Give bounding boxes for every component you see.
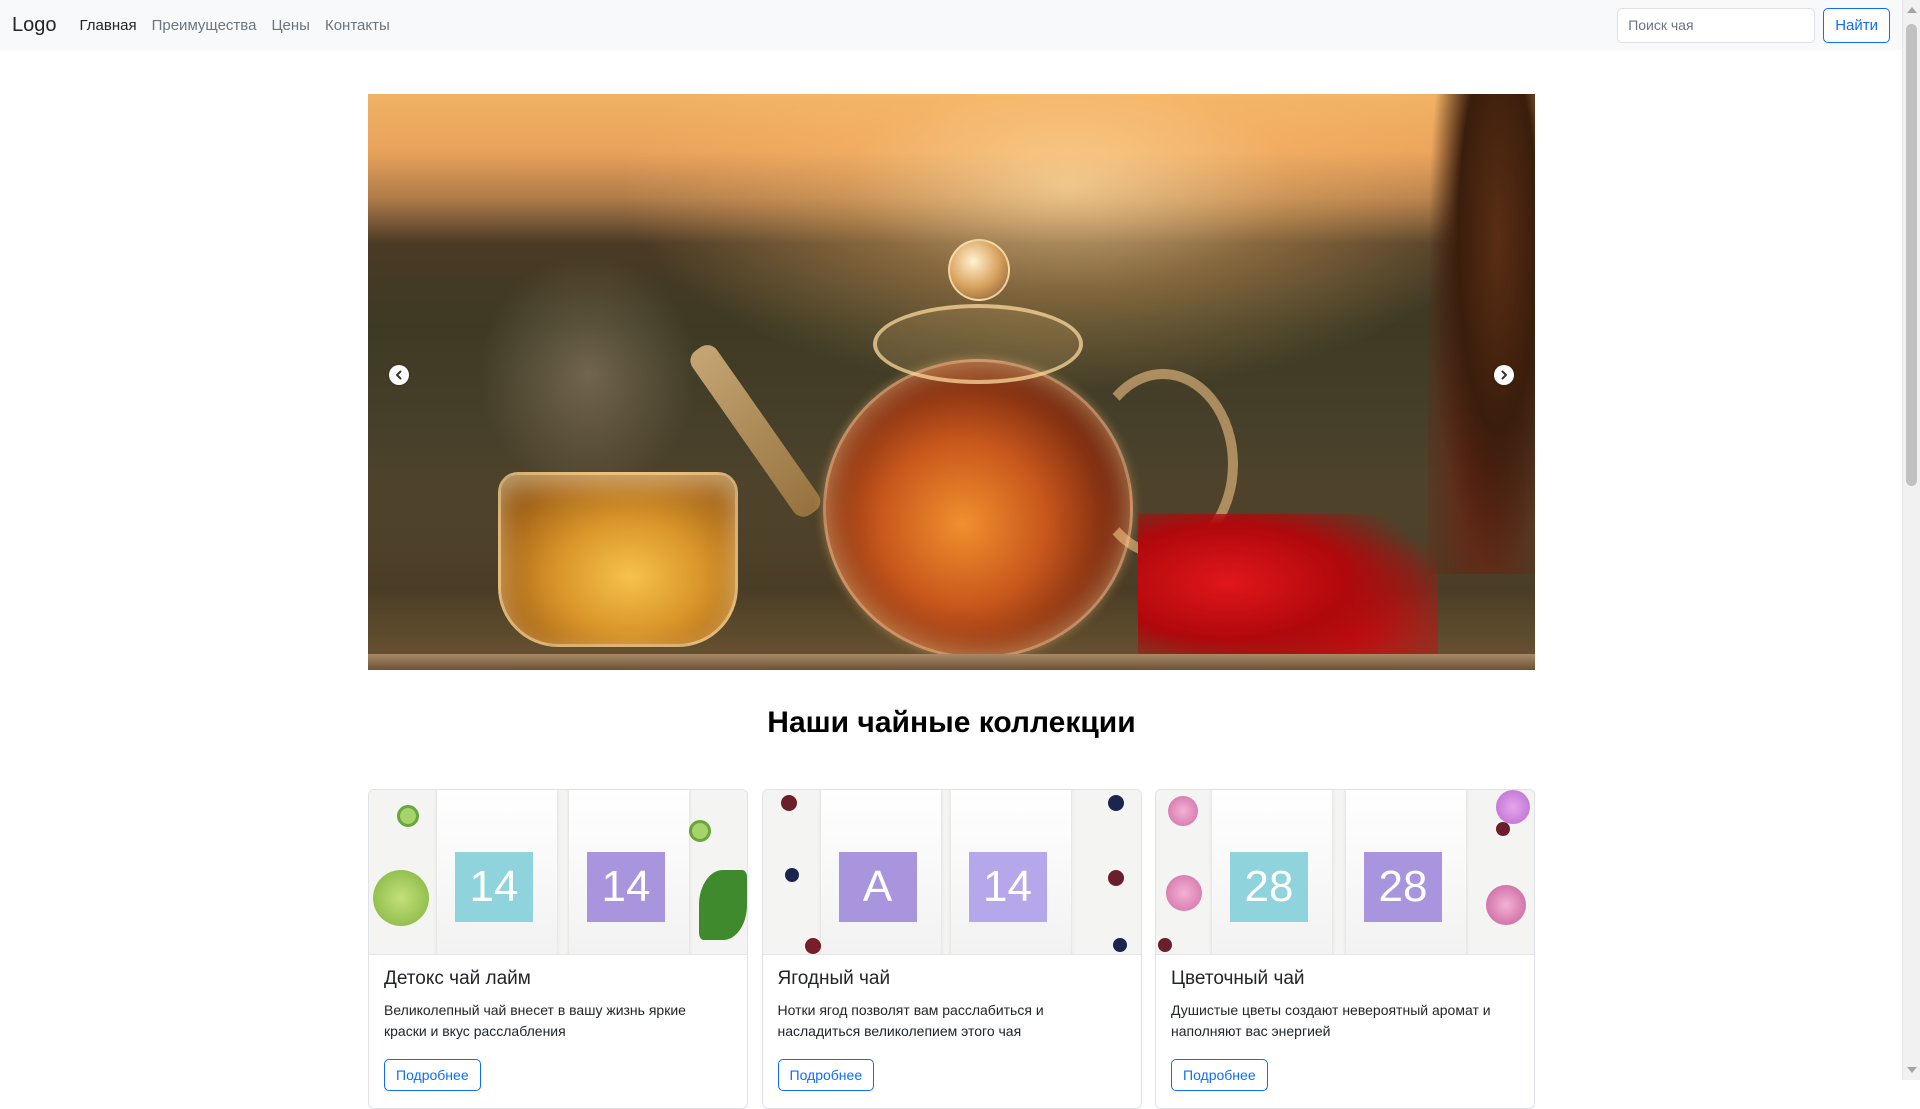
card-image: A 14 (762, 790, 1141, 955)
hero-carousel (368, 94, 1535, 670)
nav-link-home[interactable]: Главная (80, 17, 137, 34)
card-body: Ягодный чай Нотки ягод позволят вам расс… (763, 955, 1141, 1104)
green-flower-decor (373, 870, 429, 926)
scroll-up-arrow-icon[interactable] (1907, 7, 1917, 13)
berry-decor (780, 795, 797, 811)
pack-label: A (838, 852, 917, 922)
search-button[interactable]: Найти (1823, 7, 1890, 43)
pink-flower-decor (1166, 875, 1202, 911)
chevron-right-icon (1501, 370, 1507, 380)
card-text: Великолепный чай внесет в вашу жизнь ярк… (384, 1002, 686, 1039)
teapot-body (823, 359, 1133, 659)
nav-link-advantages[interactable]: Преимущества (152, 17, 257, 34)
pack-label: 14 (455, 852, 533, 922)
berry-decor (1107, 795, 1124, 811)
teapot-lid (873, 304, 1083, 384)
dark-leaves (1428, 94, 1535, 574)
berry-decor (1112, 938, 1127, 952)
nav-link-contacts[interactable]: Контакты (325, 17, 390, 34)
navbar: Logo Главная Преимущества Цены Контакты … (0, 0, 1902, 50)
details-button[interactable]: Подробнее (1171, 1059, 1268, 1091)
lime-slice-decor (689, 820, 711, 842)
card-image: 14 14 (369, 790, 747, 955)
nav-link-prices[interactable]: Цены (271, 17, 310, 34)
card-image: 28 28 (1156, 790, 1534, 955)
berry-decor (1107, 870, 1124, 886)
tea-pack: 14 (569, 790, 689, 954)
scroll-thumb[interactable] (1906, 24, 1917, 486)
section-title: Наши чайные коллекции (767, 706, 1136, 739)
tea-pack: 14 (950, 790, 1071, 954)
pink-flower-decor (1496, 790, 1530, 824)
pack-label: 14 (968, 852, 1047, 922)
pink-flower-decor (1486, 885, 1526, 925)
card-title: Цветочный чай (1171, 968, 1305, 989)
lime-slice-decor (397, 805, 419, 827)
scroll-down-arrow-icon[interactable] (1907, 1067, 1917, 1073)
search-input[interactable] (1617, 7, 1816, 43)
card-text: Душистые цветы создают невероятный арома… (1171, 1002, 1491, 1039)
berry-decor (784, 868, 799, 882)
tea-pack: 14 (437, 790, 557, 954)
tea-pack: 28 (1212, 790, 1332, 954)
card-detox-lime: 14 14 Детокс чай лайм Великолепный чай в… (368, 789, 748, 1109)
berry-decor (804, 938, 821, 954)
pink-flower-decor (1168, 796, 1198, 826)
teapot-knob (948, 239, 1010, 301)
pack-label: 28 (1230, 852, 1308, 922)
green-leaf-decor (699, 870, 747, 940)
steam (478, 254, 698, 494)
red-leaves (1138, 514, 1438, 670)
card-body: Детокс чай лайм Великолепный чай внесет … (369, 955, 747, 1104)
tea-collection-cards: 14 14 Детокс чай лайм Великолепный чай в… (368, 789, 1535, 1109)
card-body: Цветочный чай Душистые цветы создают нев… (1156, 955, 1534, 1104)
berry-decor (1158, 938, 1172, 952)
tea-pack: 28 (1346, 790, 1466, 954)
pack-label: 14 (587, 852, 665, 922)
chevron-left-icon (396, 370, 402, 380)
details-button[interactable]: Подробнее (777, 1059, 875, 1091)
nav-links: Главная Преимущества Цены Контакты (80, 17, 405, 34)
details-button[interactable]: Подробнее (384, 1059, 481, 1091)
carousel-prev-button[interactable] (389, 365, 409, 385)
search-form: Найти (1617, 7, 1890, 43)
card-flower: 28 28 Цветочный чай Душистые цветы созда… (1155, 789, 1535, 1109)
card-text: Нотки ягод позволят вам расслабиться и н… (777, 1002, 1044, 1039)
berry-decor (1496, 822, 1510, 836)
tea-pack: A (820, 790, 941, 954)
page-scrollbar[interactable] (1902, 0, 1920, 1080)
card-title: Ягодный чай (777, 968, 891, 989)
brand-logo[interactable]: Logo (12, 14, 57, 37)
pack-label: 28 (1364, 852, 1442, 922)
carousel-next-button[interactable] (1494, 365, 1514, 385)
table-edge (368, 654, 1535, 670)
card-berry: A 14 Ягодный чай Нотки ягод позволят вам… (761, 789, 1142, 1109)
tea-cup (498, 472, 738, 647)
card-title: Детокс чай лайм (384, 968, 531, 989)
